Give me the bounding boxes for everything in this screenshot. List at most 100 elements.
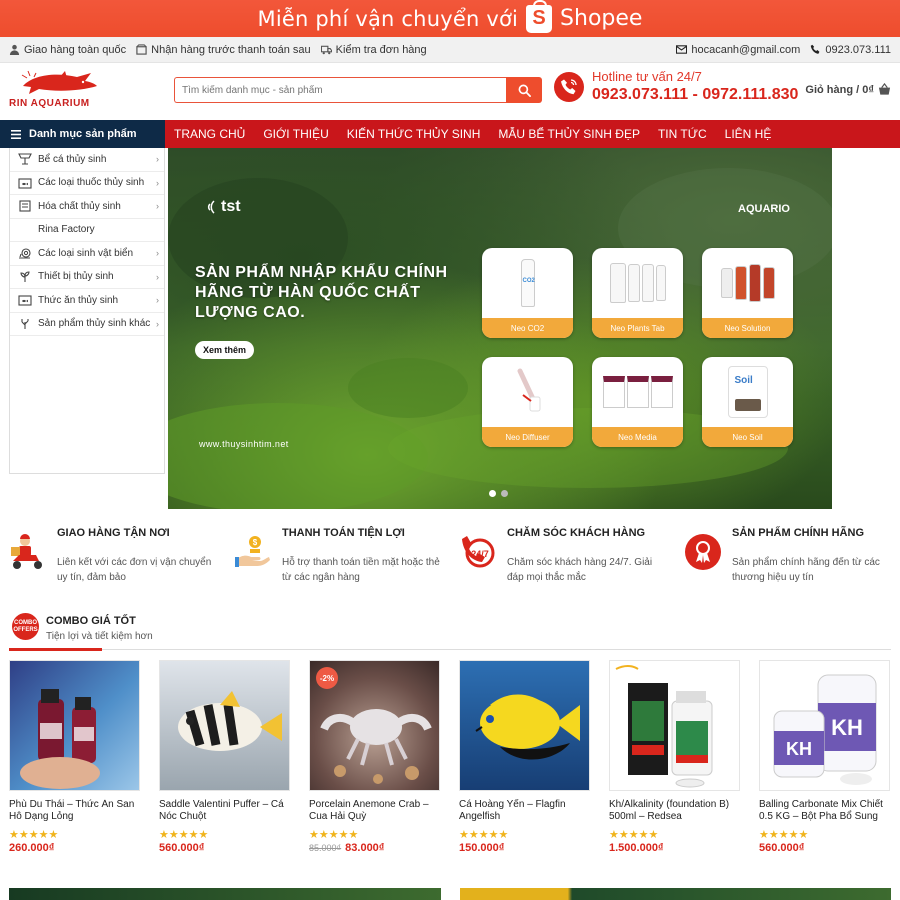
product-name[interactable]: Porcelain Anemone Crab – Cua Hải Quỳ <box>309 799 440 823</box>
sidebar-item-rina-factory[interactable]: Rina Factory <box>10 219 164 242</box>
combo-title[interactable]: COMBO GIÁ TỐT <box>46 615 136 627</box>
slider-dot-1[interactable] <box>489 490 496 497</box>
support-24-7-icon: 24/7 <box>462 536 495 568</box>
slider-more-button[interactable]: Xem thêm <box>195 341 255 359</box>
slider-website: www.thuysinhtim.net <box>199 439 289 449</box>
tank-icon <box>18 153 32 165</box>
package-icon <box>136 44 147 55</box>
product-name[interactable]: Cá Hoàng Yến – Flagfin Angelfish <box>459 799 590 823</box>
sale-badge: -2% <box>316 667 338 689</box>
fish-tank-icon <box>18 178 32 189</box>
product-price: 1.500.000₫ <box>609 842 664 854</box>
nav-news[interactable]: TIN TỨC <box>649 120 716 148</box>
product-card[interactable]: Kh/Alkalinity (foundation B) 500ml – Red… <box>609 660 740 860</box>
nav-contact[interactable]: LIÊN HỆ <box>716 120 781 148</box>
sidebar-item-marine-life[interactable]: Các loại sinh vật biển › <box>10 242 164 266</box>
site-logo[interactable]: RIN AQUARIUM <box>9 68 109 114</box>
svg-text:KH: KH <box>786 739 812 759</box>
rating-stars: ★★★★★ <box>609 829 659 841</box>
sidebar-item-equipment[interactable]: Thiết bị thủy sinh › <box>10 266 164 289</box>
co2-bottle-image: CO2 <box>482 248 573 318</box>
sidebar-item-chemicals[interactable]: Hóa chất thủy sinh › <box>10 195 164 219</box>
search-bar <box>174 77 542 103</box>
promo-text: Miễn phí vận chuyển với <box>257 6 519 31</box>
product-image-crab[interactable]: -2% <box>309 660 440 791</box>
combo-underline <box>9 648 102 651</box>
product-name[interactable]: Balling Carbonate Mix Chiết 0.5 KG – Bột… <box>759 799 890 823</box>
sidebar-item-other-products[interactable]: Sản phẩm thủy sinh khác › <box>10 313 164 336</box>
cart-link[interactable]: Giỏ hàng / 0₫ <box>805 83 891 96</box>
product-card[interactable]: Cá Hoàng Yến – Flagfin Angelfish ★★★★★ 1… <box>459 660 590 860</box>
promo-brand: Shopee <box>560 6 643 31</box>
topbar-email[interactable]: hocacanh@gmail.com <box>676 44 800 56</box>
phone-icon <box>811 44 820 54</box>
category-sidebar: Bể cá thủy sinh › Các loại thuốc thủy sin… <box>9 148 165 474</box>
slider-card-neo-co2[interactable]: CO2 Neo CO2 <box>482 248 573 338</box>
svg-text:KH: KH <box>831 715 863 740</box>
product-image-angelfish[interactable] <box>459 660 590 791</box>
sidebar-item-fish-food[interactable]: Thức ăn thủy sinh › <box>10 289 164 313</box>
slider-card-neo-media[interactable]: Neo Media <box>592 357 683 447</box>
diffuser-image <box>482 357 573 427</box>
hotline-numbers[interactable]: 0923.073.111 - 0972.111.830 <box>592 86 798 104</box>
bottom-banner-left[interactable] <box>9 888 441 900</box>
topbar-item-check-order[interactable]: Kiểm tra đơn hàng <box>320 44 427 56</box>
bottom-banner-right[interactable] <box>460 888 891 900</box>
coral-icon <box>21 318 29 329</box>
category-menu-button[interactable]: Danh mục sản phẩm <box>0 120 165 148</box>
money-hand-icon: $ <box>235 536 270 567</box>
search-button[interactable] <box>506 77 542 103</box>
product-card[interactable]: Phù Du Thái – Thức Ăn San Hô Dạng Lỏng ★… <box>9 660 140 860</box>
cart-label: Giỏ hàng / 0₫ <box>805 83 874 96</box>
product-image-phu-du[interactable] <box>9 660 140 791</box>
product-image-puffer[interactable] <box>159 660 290 791</box>
product-price: 85.000₫ 83.000₫ <box>309 842 385 854</box>
product-card[interactable]: -2% Porcelain Anemone Crab – Cua Hải Quỳ… <box>309 660 440 860</box>
chemical-box-icon <box>19 200 31 212</box>
solution-bottles-image <box>702 248 793 318</box>
truck-icon <box>320 45 332 55</box>
logo-text: RIN AQUARIUM <box>9 98 90 109</box>
combo-offers-badge: COMBO OFFERS <box>12 613 39 640</box>
product-price: 150.000₫ <box>459 842 505 854</box>
sound-wave-icon <box>207 200 215 214</box>
product-name[interactable]: Saddle Valentini Puffer – Cá Nóc Chuột <box>159 799 290 823</box>
product-image-kh-alkalinity[interactable] <box>609 660 740 791</box>
product-card[interactable]: KH KH Balling Carbonate Mix Chiết 0.5 KG … <box>759 660 890 860</box>
search-input[interactable] <box>174 77 506 103</box>
plants-tab-image <box>592 248 683 318</box>
slider-dot-2[interactable] <box>501 490 508 497</box>
hero-slider[interactable]: tst AQUARIO SẢN PHẨM NHẬP KHẨU CHÍNH HÃN… <box>168 148 832 509</box>
nav-tank-designs[interactable]: MẪU BỂ THỦY SINH ĐẸP <box>489 120 649 148</box>
product-price: 260.000₫ <box>9 842 55 854</box>
site-header: RIN AQUARIUM Hotline tư vấn 24/7 0923.07… <box>0 63 900 119</box>
rating-stars: ★★★★★ <box>759 829 809 841</box>
shopee-promo-banner[interactable]: Miễn phí vận chuyển với S Shopee <box>0 0 900 37</box>
award-badge-icon <box>685 534 721 570</box>
product-name[interactable]: Phù Du Thái – Thức Ăn San Hô Dạng Lỏng <box>9 799 140 823</box>
slider-card-neo-soil[interactable]: Soil Neo Soil <box>702 357 793 447</box>
topbar-phone[interactable]: 0923.073.111 <box>810 44 891 56</box>
nav-knowledge[interactable]: KIẾN THỨC THỦY SINH <box>338 120 490 148</box>
rating-stars: ★★★★★ <box>159 829 209 841</box>
slider-card-neo-diffuser[interactable]: Neo Diffuser <box>482 357 573 447</box>
delivery-scooter-icon <box>11 534 42 569</box>
sidebar-item-aquarium-tanks[interactable]: Bể cá thủy sinh › <box>10 148 164 172</box>
product-name[interactable]: Kh/Alkalinity (foundation B) 500ml – Red… <box>609 799 740 823</box>
product-image-balling[interactable]: KH KH <box>759 660 890 791</box>
shopping-basket-icon <box>878 83 891 95</box>
product-card[interactable]: Saddle Valentini Puffer – Cá Nóc Chuột ★… <box>159 660 290 860</box>
nav-home[interactable]: TRANG CHỦ <box>165 120 254 148</box>
topbar-item-cod: Nhận hàng trước thanh toán sau <box>136 44 311 56</box>
top-bar: Giao hàng toàn quốc Nhận hàng trước than… <box>0 37 900 63</box>
chevron-right-icon: › <box>156 295 159 306</box>
shark-logo-icon <box>21 70 97 94</box>
hotline-block[interactable]: Hotline tư vấn 24/7 0923.073.111 - 0972.… <box>554 69 798 104</box>
sidebar-item-medicines[interactable]: Các loại thuốc thủy sinh › <box>10 172 164 195</box>
slider-card-neo-solution[interactable]: Neo Solution <box>702 248 793 338</box>
nav-about[interactable]: GIỚI THIỆU <box>254 120 337 148</box>
product-cards-grid: CO2 Neo CO2 Neo Plants Tab Neo Solution … <box>482 248 793 447</box>
aquario-brand-logo: AQUARIO <box>738 203 790 215</box>
slider-card-neo-plants-tab[interactable]: Neo Plants Tab <box>592 248 683 338</box>
media-boxes-image <box>592 357 683 427</box>
